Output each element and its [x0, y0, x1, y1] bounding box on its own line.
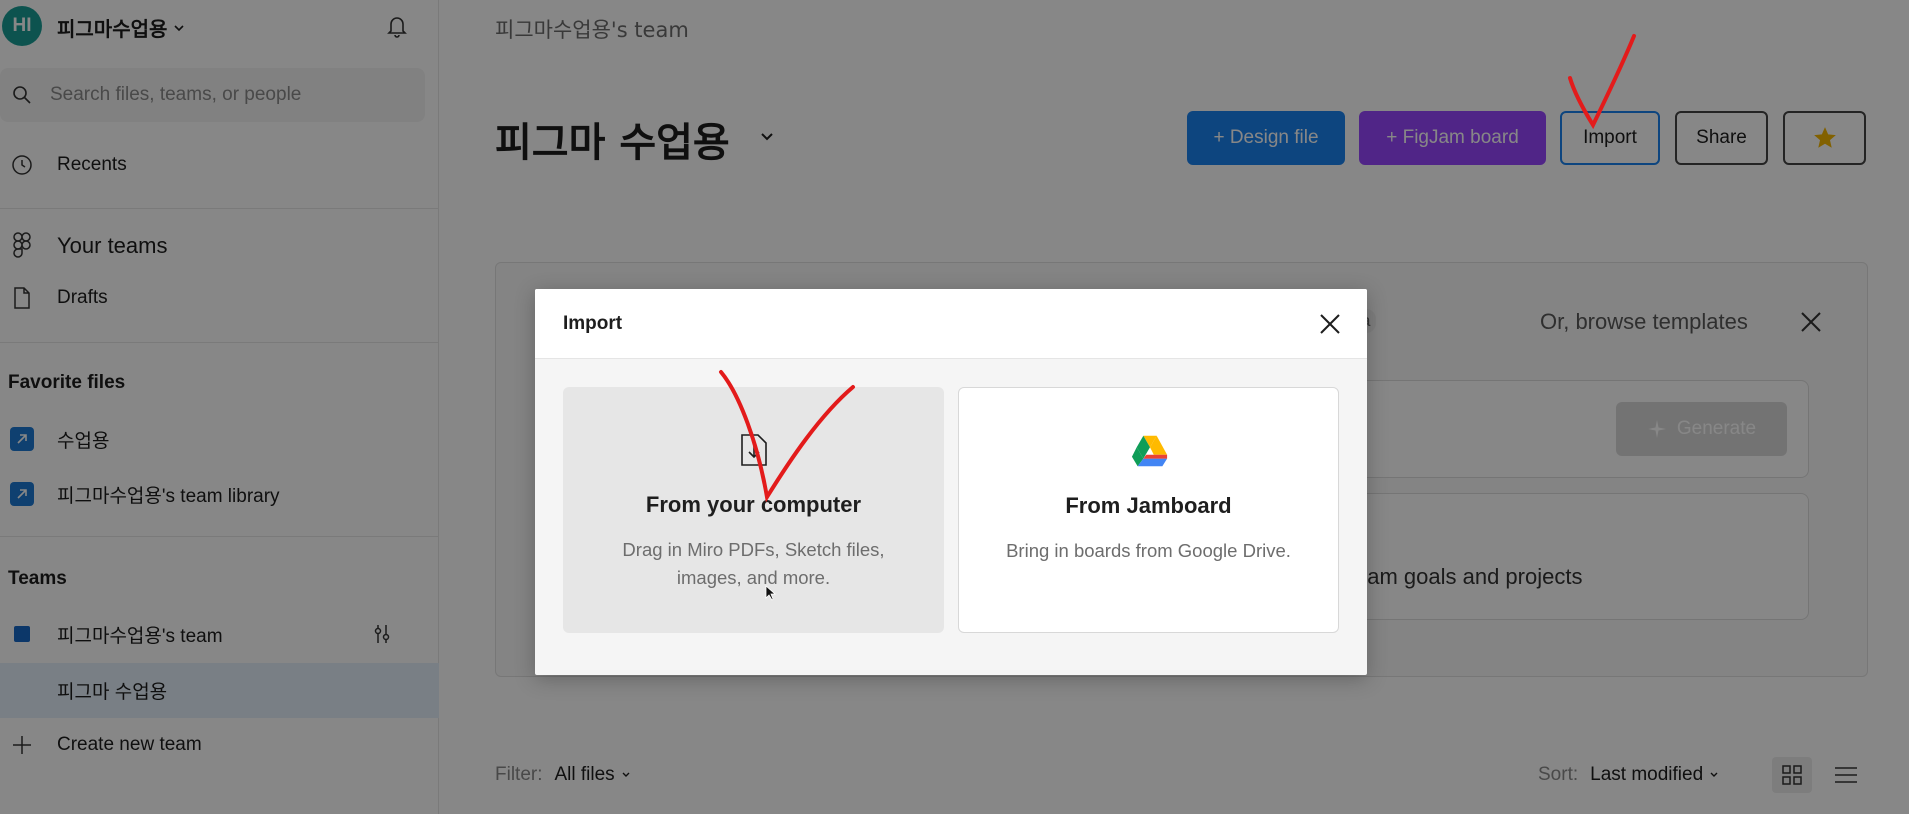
close-icon[interactable] [1317, 311, 1343, 337]
option-description: Drag in Miro PDFs, Sketch files, images,… [622, 539, 885, 588]
google-drive-icon [1131, 431, 1169, 471]
import-modal: Import From your computer Drag in Miro P… [535, 289, 1367, 675]
option-title: From Jamboard [1065, 493, 1232, 518]
import-from-computer-option[interactable]: From your computer Drag in Miro PDFs, Sk… [563, 387, 944, 633]
option-description: Bring in boards from Google Drive. [1006, 540, 1291, 561]
import-from-jamboard-option[interactable]: From Jamboard Bring in boards from Googl… [958, 387, 1339, 633]
modal-title: Import [563, 313, 623, 334]
modal-header: Import [535, 289, 1367, 359]
file-import-icon [735, 430, 773, 470]
option-title: From your computer [645, 492, 862, 517]
